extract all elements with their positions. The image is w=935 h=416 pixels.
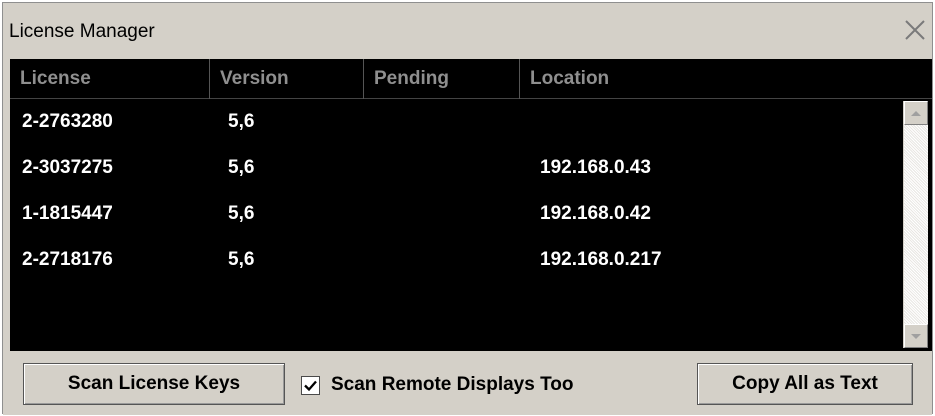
license-cell: 1-1815447 bbox=[22, 203, 113, 224]
table-row[interactable]: 1-1815447 5,6 192.168.0.42 bbox=[10, 191, 903, 237]
version-cell: 5,6 bbox=[228, 157, 255, 178]
scroll-up-button[interactable] bbox=[904, 101, 928, 125]
vertical-scrollbar[interactable] bbox=[903, 101, 928, 348]
title-bar: License Manager bbox=[3, 3, 932, 59]
version-cell: 5,6 bbox=[228, 249, 255, 270]
table-row[interactable]: 2-2763280 5,6 bbox=[10, 99, 903, 145]
column-header-location[interactable]: Location bbox=[520, 59, 932, 99]
license-manager-window: License Manager License Version Pending … bbox=[2, 2, 933, 415]
pending-cell bbox=[364, 237, 520, 283]
pending-cell bbox=[364, 191, 520, 237]
scroll-down-button[interactable] bbox=[904, 324, 928, 348]
column-header-version[interactable]: Version bbox=[210, 59, 364, 99]
license-cell: 2-2763280 bbox=[22, 111, 113, 132]
scan-license-keys-button[interactable]: Scan License Keys bbox=[23, 363, 285, 405]
table-header: License Version Pending Location bbox=[10, 59, 932, 99]
version-cell: 5,6 bbox=[228, 203, 255, 224]
location-cell: 192.168.0.43 bbox=[540, 157, 651, 178]
column-header-pending[interactable]: Pending bbox=[364, 59, 520, 99]
license-cell: 2-2718176 bbox=[22, 249, 113, 270]
window-title: License Manager bbox=[9, 21, 155, 42]
table-row[interactable]: 2-2718176 5,6 192.168.0.217 bbox=[10, 237, 903, 283]
close-icon bbox=[905, 20, 925, 40]
pending-cell bbox=[364, 145, 520, 191]
footer-bar: Scan License Keys Scan Remote Displays T… bbox=[3, 351, 932, 415]
license-table: License Version Pending Location 2-27632… bbox=[10, 59, 932, 351]
pending-cell bbox=[364, 99, 520, 145]
scan-remote-checkbox[interactable] bbox=[301, 375, 320, 395]
location-cell: 192.168.0.217 bbox=[540, 249, 662, 270]
scan-remote-label[interactable]: Scan Remote Displays Too bbox=[331, 374, 574, 396]
version-cell: 5,6 bbox=[228, 111, 255, 132]
license-cell: 2-3037275 bbox=[22, 157, 113, 178]
location-cell bbox=[528, 99, 903, 145]
close-button[interactable] bbox=[900, 15, 930, 45]
column-header-license[interactable]: License bbox=[10, 59, 210, 99]
checkmark-icon bbox=[304, 380, 317, 391]
table-row[interactable]: 2-3037275 5,6 192.168.0.43 bbox=[10, 145, 903, 191]
arrow-down-icon bbox=[911, 333, 921, 339]
arrow-up-icon bbox=[911, 110, 921, 116]
table-body: 2-2763280 5,6 2-3037275 5,6 192.168.0.43… bbox=[10, 99, 903, 351]
copy-all-as-text-button[interactable]: Copy All as Text bbox=[697, 363, 913, 405]
location-cell: 192.168.0.42 bbox=[540, 203, 651, 224]
scan-remote-option[interactable]: Scan Remote Displays Too bbox=[301, 374, 574, 396]
